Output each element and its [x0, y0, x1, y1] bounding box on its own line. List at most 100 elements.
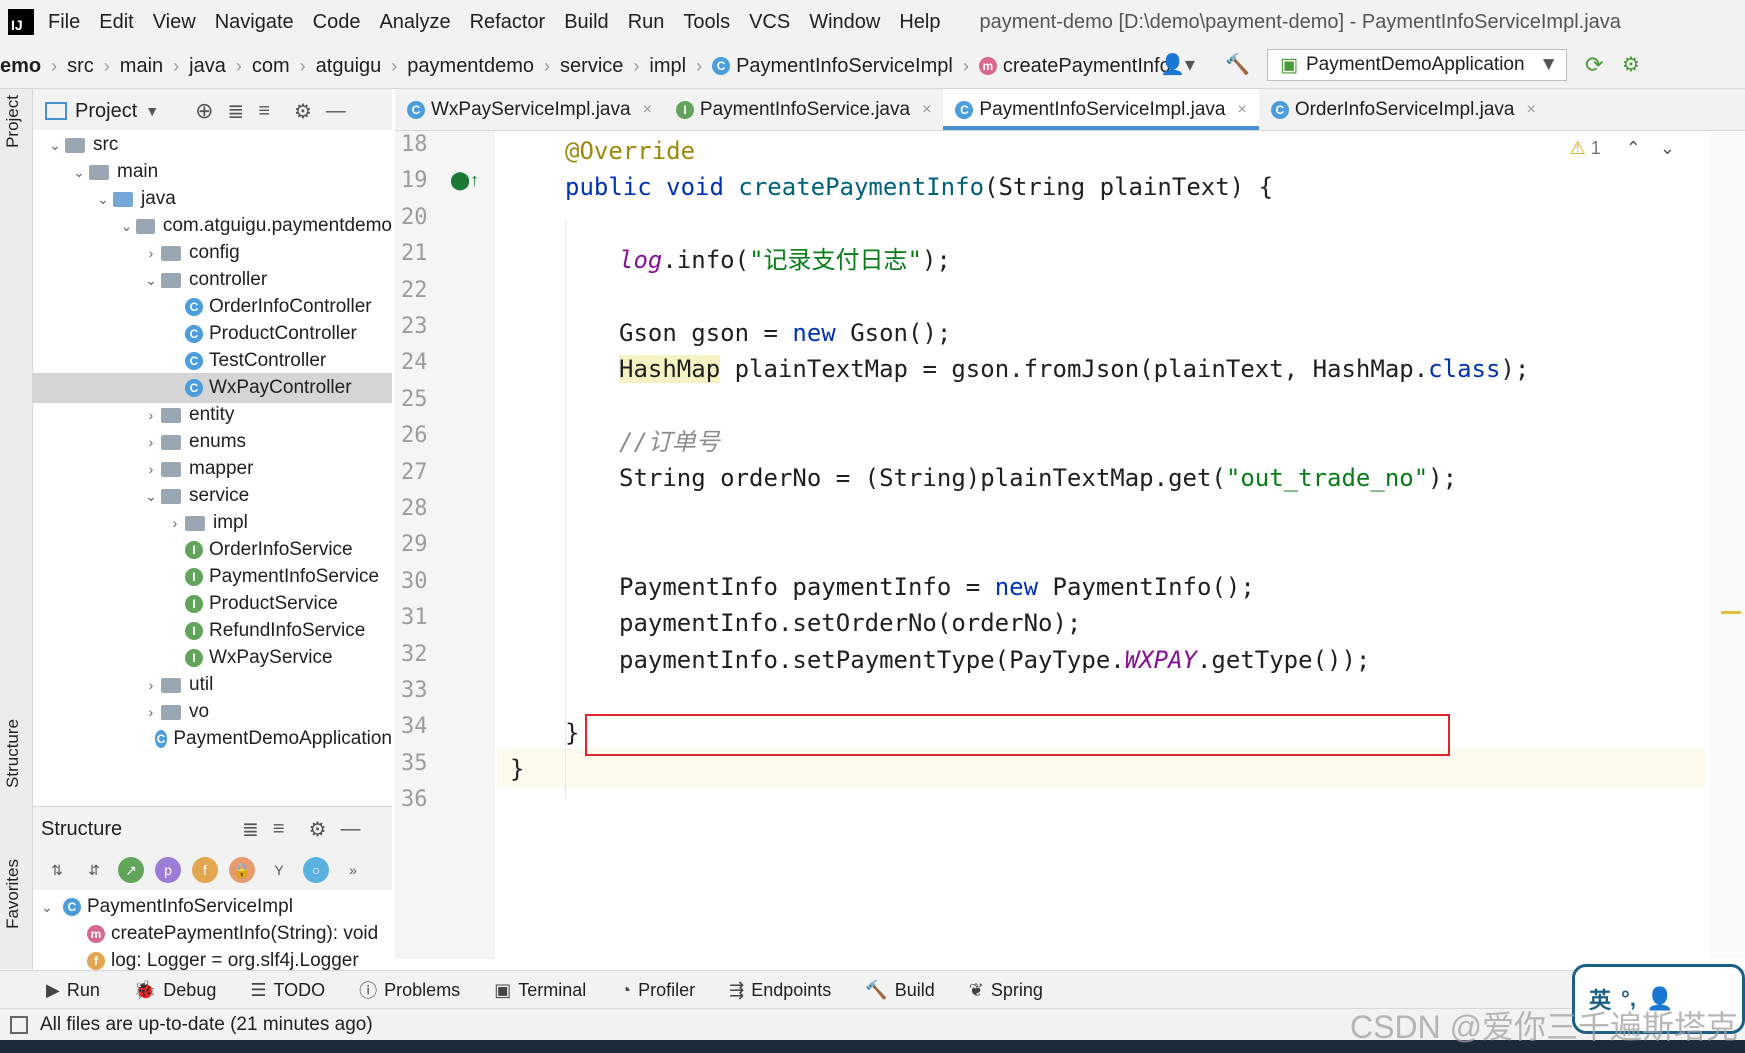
- tool-window-problems[interactable]: ⓘ Problems: [359, 977, 460, 1003]
- show-non-public-icon[interactable]: 🔒: [229, 857, 255, 883]
- chevron-down-icon[interactable]: ⌄: [45, 137, 65, 154]
- code-editor[interactable]: @Override public void createPaymentInfo(…: [497, 131, 1705, 959]
- rerun-icon[interactable]: ⟳: [1585, 52, 1603, 78]
- menu-file[interactable]: File: [48, 11, 80, 34]
- chevron-down-icon[interactable]: ⌄: [141, 272, 161, 289]
- menu-code[interactable]: Code: [313, 11, 361, 34]
- tree-item[interactable]: › impl: [33, 508, 392, 538]
- menu-run[interactable]: Run: [628, 11, 665, 34]
- project-panel-title[interactable]: Project: [75, 100, 137, 123]
- editor-tab[interactable]: I PaymentInfoService.java ×: [664, 89, 944, 130]
- tree-item[interactable]: C TestController: [33, 346, 392, 376]
- tree-item[interactable]: › entity: [33, 400, 392, 430]
- breadcrumb-item[interactable]: impl: [649, 55, 686, 78]
- tree-item[interactable]: I ProductService: [33, 589, 392, 619]
- sort-alpha-icon[interactable]: ⇅: [44, 857, 70, 883]
- structure-item[interactable]: m createPaymentInfo(String): void: [33, 919, 392, 949]
- expand-all-icon[interactable]: ≣: [242, 817, 259, 842]
- menu-window[interactable]: Window: [809, 11, 880, 34]
- tool-window-endpoints[interactable]: ⇶ Endpoints: [729, 980, 831, 1001]
- structure-item[interactable]: f log: Logger = org.slf4j.Logger: [33, 946, 392, 970]
- menu-edit[interactable]: Edit: [99, 11, 133, 34]
- tree-item[interactable]: › config: [33, 238, 392, 268]
- tree-item[interactable]: ⌄ com.atguigu.paymentdemo: [33, 211, 392, 241]
- tool-window-build[interactable]: 🔨 Build: [865, 980, 934, 1001]
- tree-item[interactable]: › mapper: [33, 454, 392, 484]
- chevron-right-icon[interactable]: ›: [165, 515, 185, 531]
- tree-item[interactable]: ⌄ java: [33, 184, 392, 214]
- tree-item[interactable]: I WxPayService: [33, 643, 392, 673]
- run-configuration-select[interactable]: ▣ PaymentDemoApplication ▼: [1267, 49, 1567, 81]
- tree-item[interactable]: ⌄ main: [33, 157, 392, 187]
- tree-item[interactable]: C OrderInfoController: [33, 292, 392, 322]
- menu-navigate[interactable]: Navigate: [215, 11, 294, 34]
- minimize-icon[interactable]: —: [341, 818, 361, 841]
- build-hammer-icon[interactable]: 🔨: [1225, 52, 1250, 77]
- editor-tab[interactable]: C PaymentInfoServiceImpl.java ×: [943, 89, 1260, 130]
- project-side-tab[interactable]: Project: [3, 95, 23, 148]
- show-properties-icon[interactable]: p: [155, 857, 181, 883]
- chevron-down-icon[interactable]: ⌄: [141, 488, 161, 505]
- breadcrumb-item[interactable]: service: [560, 55, 623, 78]
- breadcrumb-item[interactable]: java: [189, 55, 226, 78]
- chevron-down-icon[interactable]: ⌄: [37, 899, 57, 916]
- chevron-down-icon[interactable]: ▼: [145, 103, 159, 119]
- collapse-all-icon[interactable]: ≡: [273, 818, 285, 841]
- close-icon[interactable]: ×: [643, 101, 652, 119]
- tool-window-debug[interactable]: 🐞 Debug: [134, 980, 216, 1001]
- chevron-right-icon[interactable]: ›: [141, 407, 161, 423]
- close-icon[interactable]: ×: [1237, 101, 1246, 119]
- breadcrumb-item[interactable]: m createPaymentInfo: [978, 55, 1171, 78]
- debug-icon[interactable]: ⚙: [1622, 52, 1640, 77]
- warning-marker[interactable]: [1721, 611, 1741, 614]
- menu-view[interactable]: View: [153, 11, 196, 34]
- menu-vcs[interactable]: VCS: [749, 11, 790, 34]
- implements-marker-icon[interactable]: ⬤↑: [450, 170, 479, 191]
- tree-item[interactable]: › util: [33, 670, 392, 700]
- chevron-right-icon[interactable]: ›: [141, 461, 161, 477]
- breadcrumb-item[interactable]: src: [67, 55, 94, 78]
- breadcrumb-item[interactable]: paymentdemo: [407, 55, 534, 78]
- chevron-right-icon[interactable]: ›: [141, 434, 161, 450]
- tree-item[interactable]: I PaymentInfoService: [33, 562, 392, 592]
- tool-window-run[interactable]: ▶ Run: [46, 980, 100, 1001]
- chevron-down-icon[interactable]: ⌄: [117, 218, 136, 235]
- more-icon[interactable]: »: [340, 857, 366, 883]
- editor-tab[interactable]: C WxPayServiceImpl.java ×: [395, 89, 664, 130]
- menu-tools[interactable]: Tools: [683, 11, 730, 34]
- breadcrumb-item[interactable]: atguigu: [316, 55, 382, 78]
- inspection-widget[interactable]: ⚠ 1 ⌃ ⌄: [1570, 138, 1675, 159]
- expand-all-icon[interactable]: ≣: [228, 99, 245, 124]
- collapse-all-icon[interactable]: ≡: [258, 100, 270, 123]
- chevron-down-icon[interactable]: ⌄: [93, 191, 113, 208]
- user-icon[interactable]: 👤▾: [1160, 52, 1195, 77]
- favorites-side-tab[interactable]: Favorites: [3, 859, 23, 929]
- close-icon[interactable]: ×: [1526, 101, 1535, 119]
- chevron-right-icon[interactable]: ›: [141, 704, 161, 720]
- minimize-icon[interactable]: —: [326, 100, 346, 123]
- breadcrumb-item[interactable]: main: [120, 55, 163, 78]
- tree-item[interactable]: ⌄ controller: [33, 265, 392, 295]
- menu-help[interactable]: Help: [899, 11, 940, 34]
- chevron-right-icon[interactable]: ›: [141, 245, 161, 261]
- tree-item[interactable]: ⌄ service: [33, 481, 392, 511]
- gear-icon[interactable]: ⚙: [294, 99, 312, 124]
- show-lambdas-icon[interactable]: Y: [266, 857, 292, 883]
- chevron-down-icon[interactable]: ⌄: [1660, 138, 1675, 158]
- tree-item[interactable]: › enums: [33, 427, 392, 457]
- tree-item[interactable]: ⌄ src: [33, 130, 392, 160]
- close-icon[interactable]: ×: [922, 101, 931, 119]
- show-inherited-icon[interactable]: ↗: [118, 857, 144, 883]
- tree-item[interactable]: › vo: [33, 697, 392, 727]
- sort-visibility-icon[interactable]: ⇵: [81, 857, 107, 883]
- tool-window-todo[interactable]: ☰ TODO: [250, 980, 325, 1001]
- tree-item[interactable]: C ProductController: [33, 319, 392, 349]
- gear-icon[interactable]: ⚙: [309, 817, 327, 842]
- tree-item[interactable]: C PaymentDemoApplication: [33, 724, 392, 754]
- menu-build[interactable]: Build: [564, 11, 608, 34]
- tool-window-spring[interactable]: ❦ Spring: [969, 980, 1043, 1001]
- menu-refactor[interactable]: Refactor: [470, 11, 546, 34]
- menu-analyze[interactable]: Analyze: [379, 11, 450, 34]
- structure-item[interactable]: ⌄ C PaymentInfoServiceImpl: [33, 892, 392, 922]
- locate-icon[interactable]: ⊕: [195, 98, 213, 124]
